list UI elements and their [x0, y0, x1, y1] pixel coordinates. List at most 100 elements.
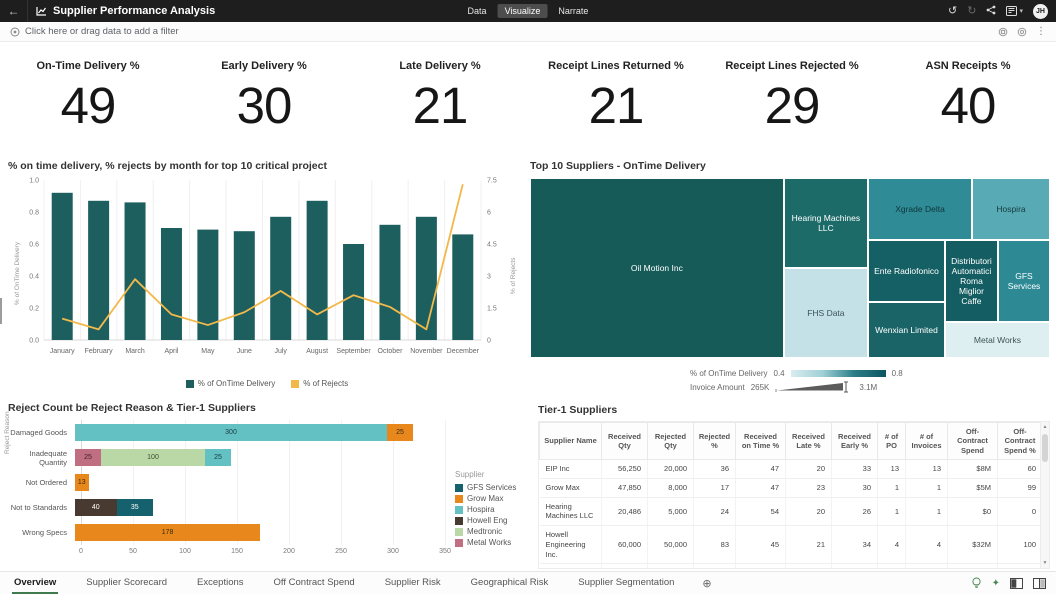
bar-august[interactable] [307, 201, 328, 340]
kpi-receipt-lines-rejected[interactable]: Receipt Lines Rejected %29 [704, 48, 880, 156]
svg-text:January: January [50, 348, 75, 355]
value-cell: 1 [906, 497, 948, 526]
canvas-tab-exceptions[interactable]: Exceptions [195, 572, 245, 594]
bar-december[interactable] [452, 234, 473, 340]
scroll-down-icon[interactable]: ▼ [1041, 560, 1049, 566]
table-row[interactable]: Howell Engineering Inc.60,00050,00083452… [540, 526, 1043, 564]
tab-narrate[interactable]: Narrate [551, 4, 595, 18]
back-button[interactable]: ← [0, 0, 28, 22]
avatar[interactable]: JH [1033, 4, 1048, 19]
redo-icon[interactable]: ↻ [967, 6, 976, 17]
segment-hospira[interactable]: 25 [205, 449, 231, 466]
save-icon[interactable]: ▾ [1006, 6, 1023, 16]
table-row[interactable]: EIP Inc56,25020,000364720331313$8M60 [540, 460, 1043, 479]
tab-data[interactable]: Data [461, 4, 494, 18]
segment-hospira[interactable]: 300 [75, 424, 387, 441]
column-header-received-late[interactable]: Received Late % [786, 423, 832, 460]
bar-october[interactable] [379, 225, 400, 340]
top-bar: ← Supplier Performance Analysis DataVisu… [0, 0, 1056, 22]
treemap-tile-distributori-automatici-roma-miglior-caffe[interactable]: Distributori Automatici Roma Miglior Caf… [945, 240, 998, 322]
treemap-tile-ente-radiofonico[interactable]: Ente Radiofonico [868, 240, 945, 302]
treemap-tile-fhs-data[interactable]: FHS Data [784, 268, 868, 358]
undo-icon[interactable]: ↺ [948, 6, 957, 17]
treemap-tile-xgrade-delta[interactable]: Xgrade Delta [868, 178, 972, 240]
treemap-tile-oil-motion-inc[interactable]: Oil Motion Inc [530, 178, 784, 358]
share-icon[interactable] [986, 5, 996, 18]
filterbar-actions: ⋮ [998, 26, 1046, 37]
column-header-of-invoices[interactable]: # of Invoices [906, 423, 948, 460]
more-options-icon[interactable]: ⋮ [1036, 26, 1046, 37]
column-header-rejected[interactable]: Rejected % [694, 423, 736, 460]
ai-sparkle-icon[interactable]: ✦ [992, 578, 1000, 589]
table-scrollbar[interactable]: ▲ ▼ [1040, 422, 1049, 568]
kpi-early-delivery[interactable]: Early Delivery %30 [176, 48, 352, 156]
segment-metal-works[interactable]: 25 [75, 449, 101, 466]
treemap-tile-hospira[interactable]: Hospira [972, 178, 1050, 240]
kpi-late-delivery[interactable]: Late Delivery %21 [352, 48, 528, 156]
reject-chart-title: Reject Count be Reject Reason & Tier-1 S… [8, 402, 526, 414]
value-cell: 30 [832, 478, 878, 497]
value-cell: 28 [832, 564, 878, 569]
kpi-value: 49 [0, 72, 176, 141]
column-header-received-qty[interactable]: Received Qty [602, 423, 648, 460]
treemap-tile-metal-works[interactable]: Metal Works [945, 322, 1050, 358]
column-header-off-contract-spend[interactable]: Off-Contract Spend % [998, 423, 1043, 460]
segment-gfs-services[interactable]: 35 [117, 499, 153, 516]
segment-grow-max[interactable]: 178 [75, 524, 260, 541]
monthly-right-axis-label: % of Rejects [510, 257, 517, 294]
canvas-tab-geographical-risk[interactable]: Geographical Risk [469, 572, 551, 594]
monthly-chart-title: % on time delivery, % rejects by month f… [8, 160, 526, 172]
panel-columns-layout-icon[interactable] [1033, 578, 1046, 589]
supplier-name-cell: JGA [540, 564, 602, 569]
value-cell: 13 [878, 460, 906, 479]
table-row[interactable]: Hearing Machines LLC20,4865,000245420261… [540, 497, 1043, 526]
table-row[interactable]: JGA79,95030,0003852202855$19M58 [540, 564, 1043, 569]
column-header-received-on-time[interactable]: Received on Time % [736, 423, 786, 460]
column-header-supplier-name[interactable]: Supplier Name [540, 423, 602, 460]
tab-visualize[interactable]: Visualize [498, 4, 548, 18]
canvas-tab-off-contract-spend[interactable]: Off Contract Spend [272, 572, 357, 594]
canvas-tab-supplier-segmentation[interactable]: Supplier Segmentation [576, 572, 676, 594]
treemap-tile-hearing-machines-llc[interactable]: Hearing Machines LLC [784, 178, 868, 268]
legend-swatch [455, 484, 463, 492]
treemap-tile-wenxian-limited[interactable]: Wenxian Limited [868, 302, 945, 358]
bar-july[interactable] [270, 217, 291, 340]
scroll-up-icon[interactable]: ▲ [1041, 424, 1049, 430]
panel-left-layout-icon[interactable] [1010, 578, 1023, 589]
treemap-tile-gfs-services[interactable]: GFS Services [998, 240, 1050, 322]
bar-april[interactable] [161, 228, 182, 340]
segment-grow-max[interactable]: 25 [387, 424, 413, 441]
bar-november[interactable] [416, 217, 437, 340]
svg-text:0: 0 [487, 338, 491, 345]
column-header-of-po[interactable]: # of PO [878, 423, 906, 460]
kpi-on-time-delivery[interactable]: On-Time Delivery %49 [0, 48, 176, 156]
value-cell: 34 [832, 526, 878, 564]
canvas-settings-icon[interactable] [998, 27, 1008, 37]
column-header-rejected-qty[interactable]: Rejected Qty [648, 423, 694, 460]
canvas-tab-supplier-scorecard[interactable]: Supplier Scorecard [84, 572, 169, 594]
add-canvas-button[interactable]: ⊕ [702, 572, 711, 594]
supplier-table-panel: Tier-1 Suppliers Supplier NameReceived Q… [538, 404, 1050, 572]
segment-medtronic[interactable]: 100 [101, 449, 205, 466]
display-options-icon[interactable] [1017, 27, 1027, 37]
canvas-tab-overview[interactable]: Overview [12, 572, 58, 594]
kpi-asn-receipts[interactable]: ASN Receipts %40 [880, 48, 1056, 156]
add-filter-area[interactable]: Click here or drag data to add a filter [10, 26, 179, 37]
segment-grow-max[interactable]: 13 [75, 474, 89, 491]
kpi-label: Receipt Lines Returned % [528, 60, 704, 72]
bar-september[interactable] [343, 244, 364, 340]
svg-text:June: June [237, 348, 252, 355]
segment-howell-eng[interactable]: 40 [75, 499, 117, 516]
bar-january[interactable] [52, 193, 73, 340]
column-header-off-contract-spend[interactable]: Off-Contract Spend [948, 423, 998, 460]
scrollbar-thumb[interactable] [1042, 434, 1048, 462]
kpi-label: Early Delivery % [176, 60, 352, 72]
bar-june[interactable] [234, 231, 255, 340]
canvas-tab-supplier-risk[interactable]: Supplier Risk [383, 572, 443, 594]
kpi-receipt-lines-returned[interactable]: Receipt Lines Returned %21 [528, 48, 704, 156]
monthly-chart: 0.00.20.40.60.81.001.534.567.5% of OnTim… [8, 172, 526, 374]
column-header-received-early[interactable]: Received Early % [832, 423, 878, 460]
bar-march[interactable] [125, 202, 146, 340]
insights-bulb-icon[interactable] [971, 577, 982, 589]
table-row[interactable]: Grow Max47,8508,0001747233011$5M99 [540, 478, 1043, 497]
